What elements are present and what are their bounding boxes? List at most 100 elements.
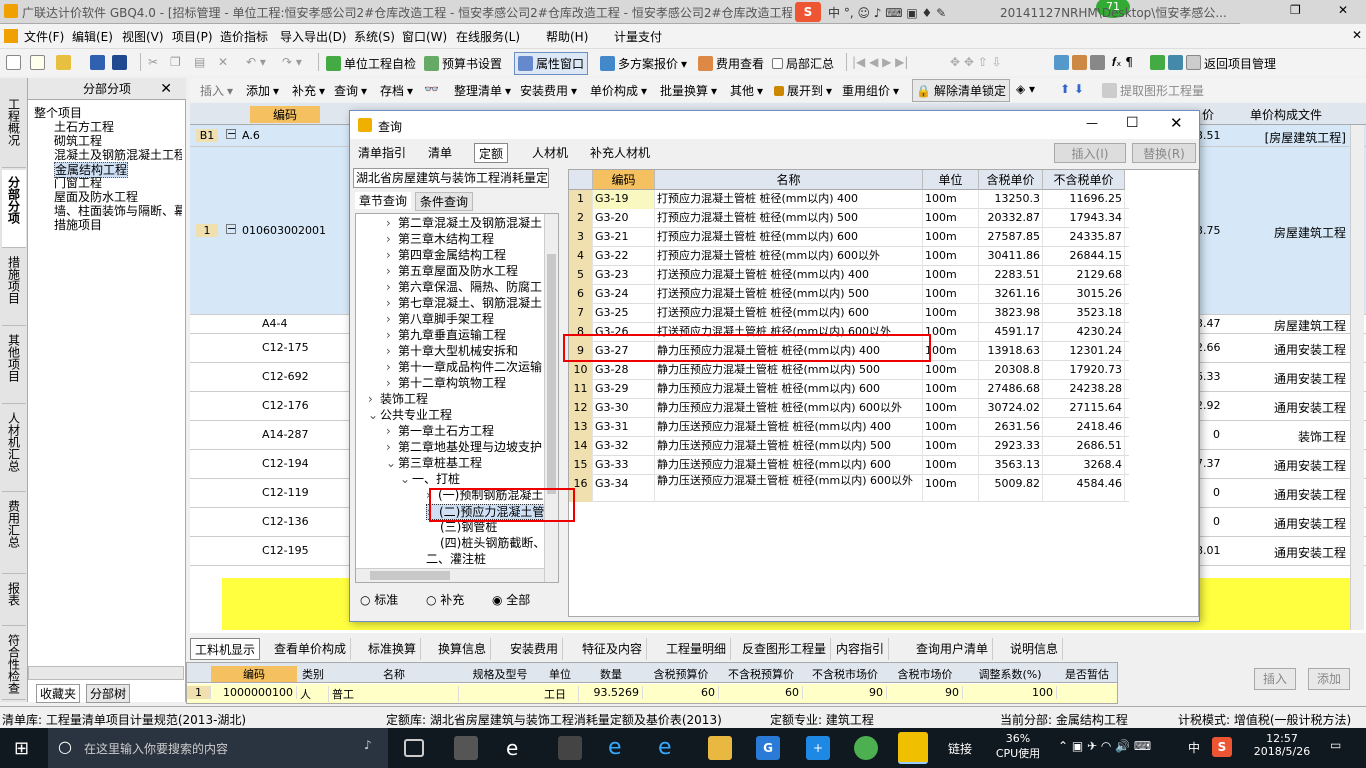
formula-icon[interactable]: 𝒇ₓ ¶ (1112, 55, 1133, 70)
collapse-icon[interactable]: − (226, 128, 236, 139)
expand-arrow-icon[interactable]: › (386, 376, 398, 390)
app-green-icon[interactable] (854, 736, 878, 760)
quota-row[interactable]: 7 G3-25 打送预应力混凝土管桩 桩径(mm以内) 600 100m 3823.98… (569, 304, 1129, 323)
detail-tab[interactable]: 工料机显示 (190, 638, 261, 660)
menu-system[interactable]: 系统(S) (354, 28, 395, 45)
detail-tab[interactable]: 标准换算 (364, 638, 422, 660)
tab-list-guide[interactable]: 清单指引 (354, 143, 410, 163)
detail-tab[interactable]: 说明信息 (1006, 638, 1064, 660)
expand-arrow-icon[interactable]: › (386, 232, 398, 246)
view-icons[interactable] (1150, 55, 1201, 70)
tab-material-summary[interactable]: 人材机汇总 (2, 406, 26, 492)
grid-tool-icons[interactable] (1054, 55, 1105, 70)
tab-quota[interactable]: 定额 (474, 143, 509, 163)
clock[interactable]: 12:57 2018/5/26 (1252, 732, 1312, 758)
expand-to-button[interactable]: 展开到 ▾ (774, 82, 832, 99)
ie-blue-icon[interactable]: e (658, 736, 682, 760)
minimize-icon[interactable]: — (1086, 116, 1098, 130)
quota-row[interactable]: 10 G3-28 静力压预应力混凝土管桩 桩径(mm以内) 500 100m 20308… (569, 361, 1129, 380)
sort-list-button[interactable]: 整理清单 ▾ (454, 82, 511, 99)
menu-view[interactable]: 视图(V) (122, 28, 164, 45)
sogou-tray-icon[interactable]: S (1212, 737, 1232, 757)
ime-indicator[interactable]: 中 (1188, 739, 1200, 756)
copy-icon[interactable]: ❐ (170, 55, 181, 69)
material-col-header[interactable]: 名称 (329, 666, 459, 682)
glodon-icon[interactable]: G (756, 736, 780, 760)
expand-arrow-icon[interactable]: › (368, 392, 380, 406)
tray-icons[interactable]: ⌃ ▣ ✈ ◠ 🔊 ⌨ (1058, 739, 1151, 753)
new-icon[interactable] (6, 55, 21, 70)
start-icon[interactable]: ⊞ (14, 738, 29, 759)
binoculars-icon[interactable]: 👓 (424, 82, 439, 96)
reuse-price-button[interactable]: 重用组价 ▾ (842, 82, 899, 99)
material-col-header[interactable]: 不含税市场价 (803, 666, 887, 682)
expand-arrow-icon[interactable]: › (386, 328, 398, 342)
material-col-header[interactable]: 含税预算价 (643, 666, 719, 682)
tab-other-items[interactable]: 其他项目 (2, 328, 26, 404)
chapter-tree-item[interactable]: (四)桩头钢筋截断、 (428, 536, 545, 550)
task-view-icon[interactable] (404, 739, 424, 757)
chapter-tree-item[interactable]: › 第五章屋面及防水工程 (386, 264, 518, 278)
expand-arrow-icon[interactable]: › (386, 216, 398, 230)
open-icon[interactable] (56, 55, 71, 70)
expand-arrow-icon[interactable]: › (386, 296, 398, 310)
tree-horizontal-scrollbar[interactable] (356, 568, 544, 582)
delete-icon[interactable]: ✕ (218, 55, 228, 69)
detail-tab[interactable]: 反查图形工程量 (738, 638, 832, 660)
quota-row[interactable]: 4 G3-22 打预应力混凝土管桩 桩径(mm以内) 600以外 100m 30411.… (569, 247, 1129, 266)
detail-tab[interactable]: 安装费用 (506, 638, 564, 660)
query-button[interactable]: 查询 ▾ (334, 82, 367, 99)
extract-quantity-button[interactable]: 提取图形工程量 (1102, 82, 1204, 99)
chapter-tree-item[interactable]: ⌄ 第三章桩基工程 (386, 456, 482, 470)
tree-item[interactable]: 整个项目 (34, 106, 82, 120)
material-col-header[interactable]: 单位 (541, 666, 579, 682)
budget-settings-button[interactable]: 预算书设置 (424, 55, 502, 72)
insert-button[interactable]: 插入 (1254, 668, 1296, 690)
install-fee-button[interactable]: 安装费用 ▾ (520, 82, 577, 99)
nav-arrows-icon[interactable]: |◀ ◀ ▶ ▶| (852, 55, 908, 69)
radio-supplement[interactable]: ○ 补充 (426, 591, 464, 608)
menu-file[interactable]: 文件(F) (24, 28, 64, 45)
col-notax-price[interactable]: 不含税单价 (1043, 170, 1125, 190)
menu-cost-index[interactable]: 造价指标 (220, 28, 268, 45)
chapter-tree-item[interactable]: › 第二章混凝土及钢筋混凝土 (386, 216, 542, 230)
tab-materials[interactable]: 人材机 (528, 143, 572, 163)
quota-row[interactable]: 2 G3-20 打预应力混凝土管桩 桩径(mm以内) 500 100m 20332.87… (569, 209, 1129, 228)
menu-import-export[interactable]: 导入导出(D) (280, 28, 347, 45)
expand-arrow-icon[interactable]: ⌄ (386, 456, 398, 470)
radio-standard[interactable]: ○ 标准 (360, 591, 398, 608)
fee-view-button[interactable]: 费用查看 (698, 55, 764, 72)
insert-button[interactable]: 插入(I) (1054, 143, 1126, 163)
chapter-tree-item[interactable]: ⌄ 一、打桩 (400, 472, 460, 486)
expand-arrow-icon[interactable]: › (386, 360, 398, 374)
chapter-tree-item[interactable]: › 第六章保温、隔热、防腐工 (386, 280, 542, 294)
maximize-icon[interactable]: ☐ (1126, 115, 1139, 131)
other-button[interactable]: 其他 ▾ (730, 82, 763, 99)
fan-app-icon[interactable] (454, 736, 478, 760)
detail-tab[interactable]: 换算信息 (434, 638, 492, 660)
material-col-header[interactable]: 编码 (211, 666, 297, 682)
quota-row[interactable]: 3 G3-21 打预应力混凝土管桩 桩径(mm以内) 600 100m 27587.85… (569, 228, 1129, 247)
sogou-icon[interactable]: S (795, 2, 821, 22)
tree-item[interactable]: 屋面及防水工程 (54, 190, 138, 204)
tab-list[interactable]: 清单 (424, 143, 456, 163)
links-toolbar[interactable]: 链接 (948, 740, 972, 757)
chapter-tree-item[interactable]: › 第七章混凝土、钢筋混凝土 (386, 296, 542, 310)
supplement-button[interactable]: 补充 ▾ (292, 82, 325, 99)
cut-icon[interactable]: ✂ (148, 55, 158, 69)
app-plus-icon[interactable]: + (806, 736, 830, 760)
app-icon[interactable] (558, 736, 582, 760)
col-code[interactable]: 编码 (250, 106, 320, 123)
tree-item[interactable]: 门窗工程 (54, 176, 102, 190)
vertical-scrollbar[interactable] (1350, 125, 1364, 630)
quota-row[interactable]: 16 G3-34 静力压送预应力混凝土管桩 桩径(mm以内) 600以外 100m 50… (569, 475, 1129, 502)
quota-row[interactable]: 13 G3-31 静力压送预应力混凝土管桩 桩径(mm以内) 400 100m 2631… (569, 418, 1129, 437)
expand-arrow-icon[interactable]: ⌄ (400, 472, 412, 486)
insert-button[interactable]: 插入 ▾ (200, 82, 233, 99)
restore-icon[interactable]: ❐ (1290, 3, 1301, 17)
quota-row[interactable]: 11 G3-29 静力压预应力混凝土管桩 桩径(mm以内) 600 100m 27486… (569, 380, 1129, 399)
tab-compliance-check[interactable]: 符合性检查 (2, 628, 26, 700)
move-arrows-icon[interactable]: ✥ ✥ ⇧ ⇩ (950, 55, 1002, 69)
tab-reports[interactable]: 报表 (2, 576, 26, 626)
radio-all[interactable]: ◉ 全部 (492, 591, 530, 608)
